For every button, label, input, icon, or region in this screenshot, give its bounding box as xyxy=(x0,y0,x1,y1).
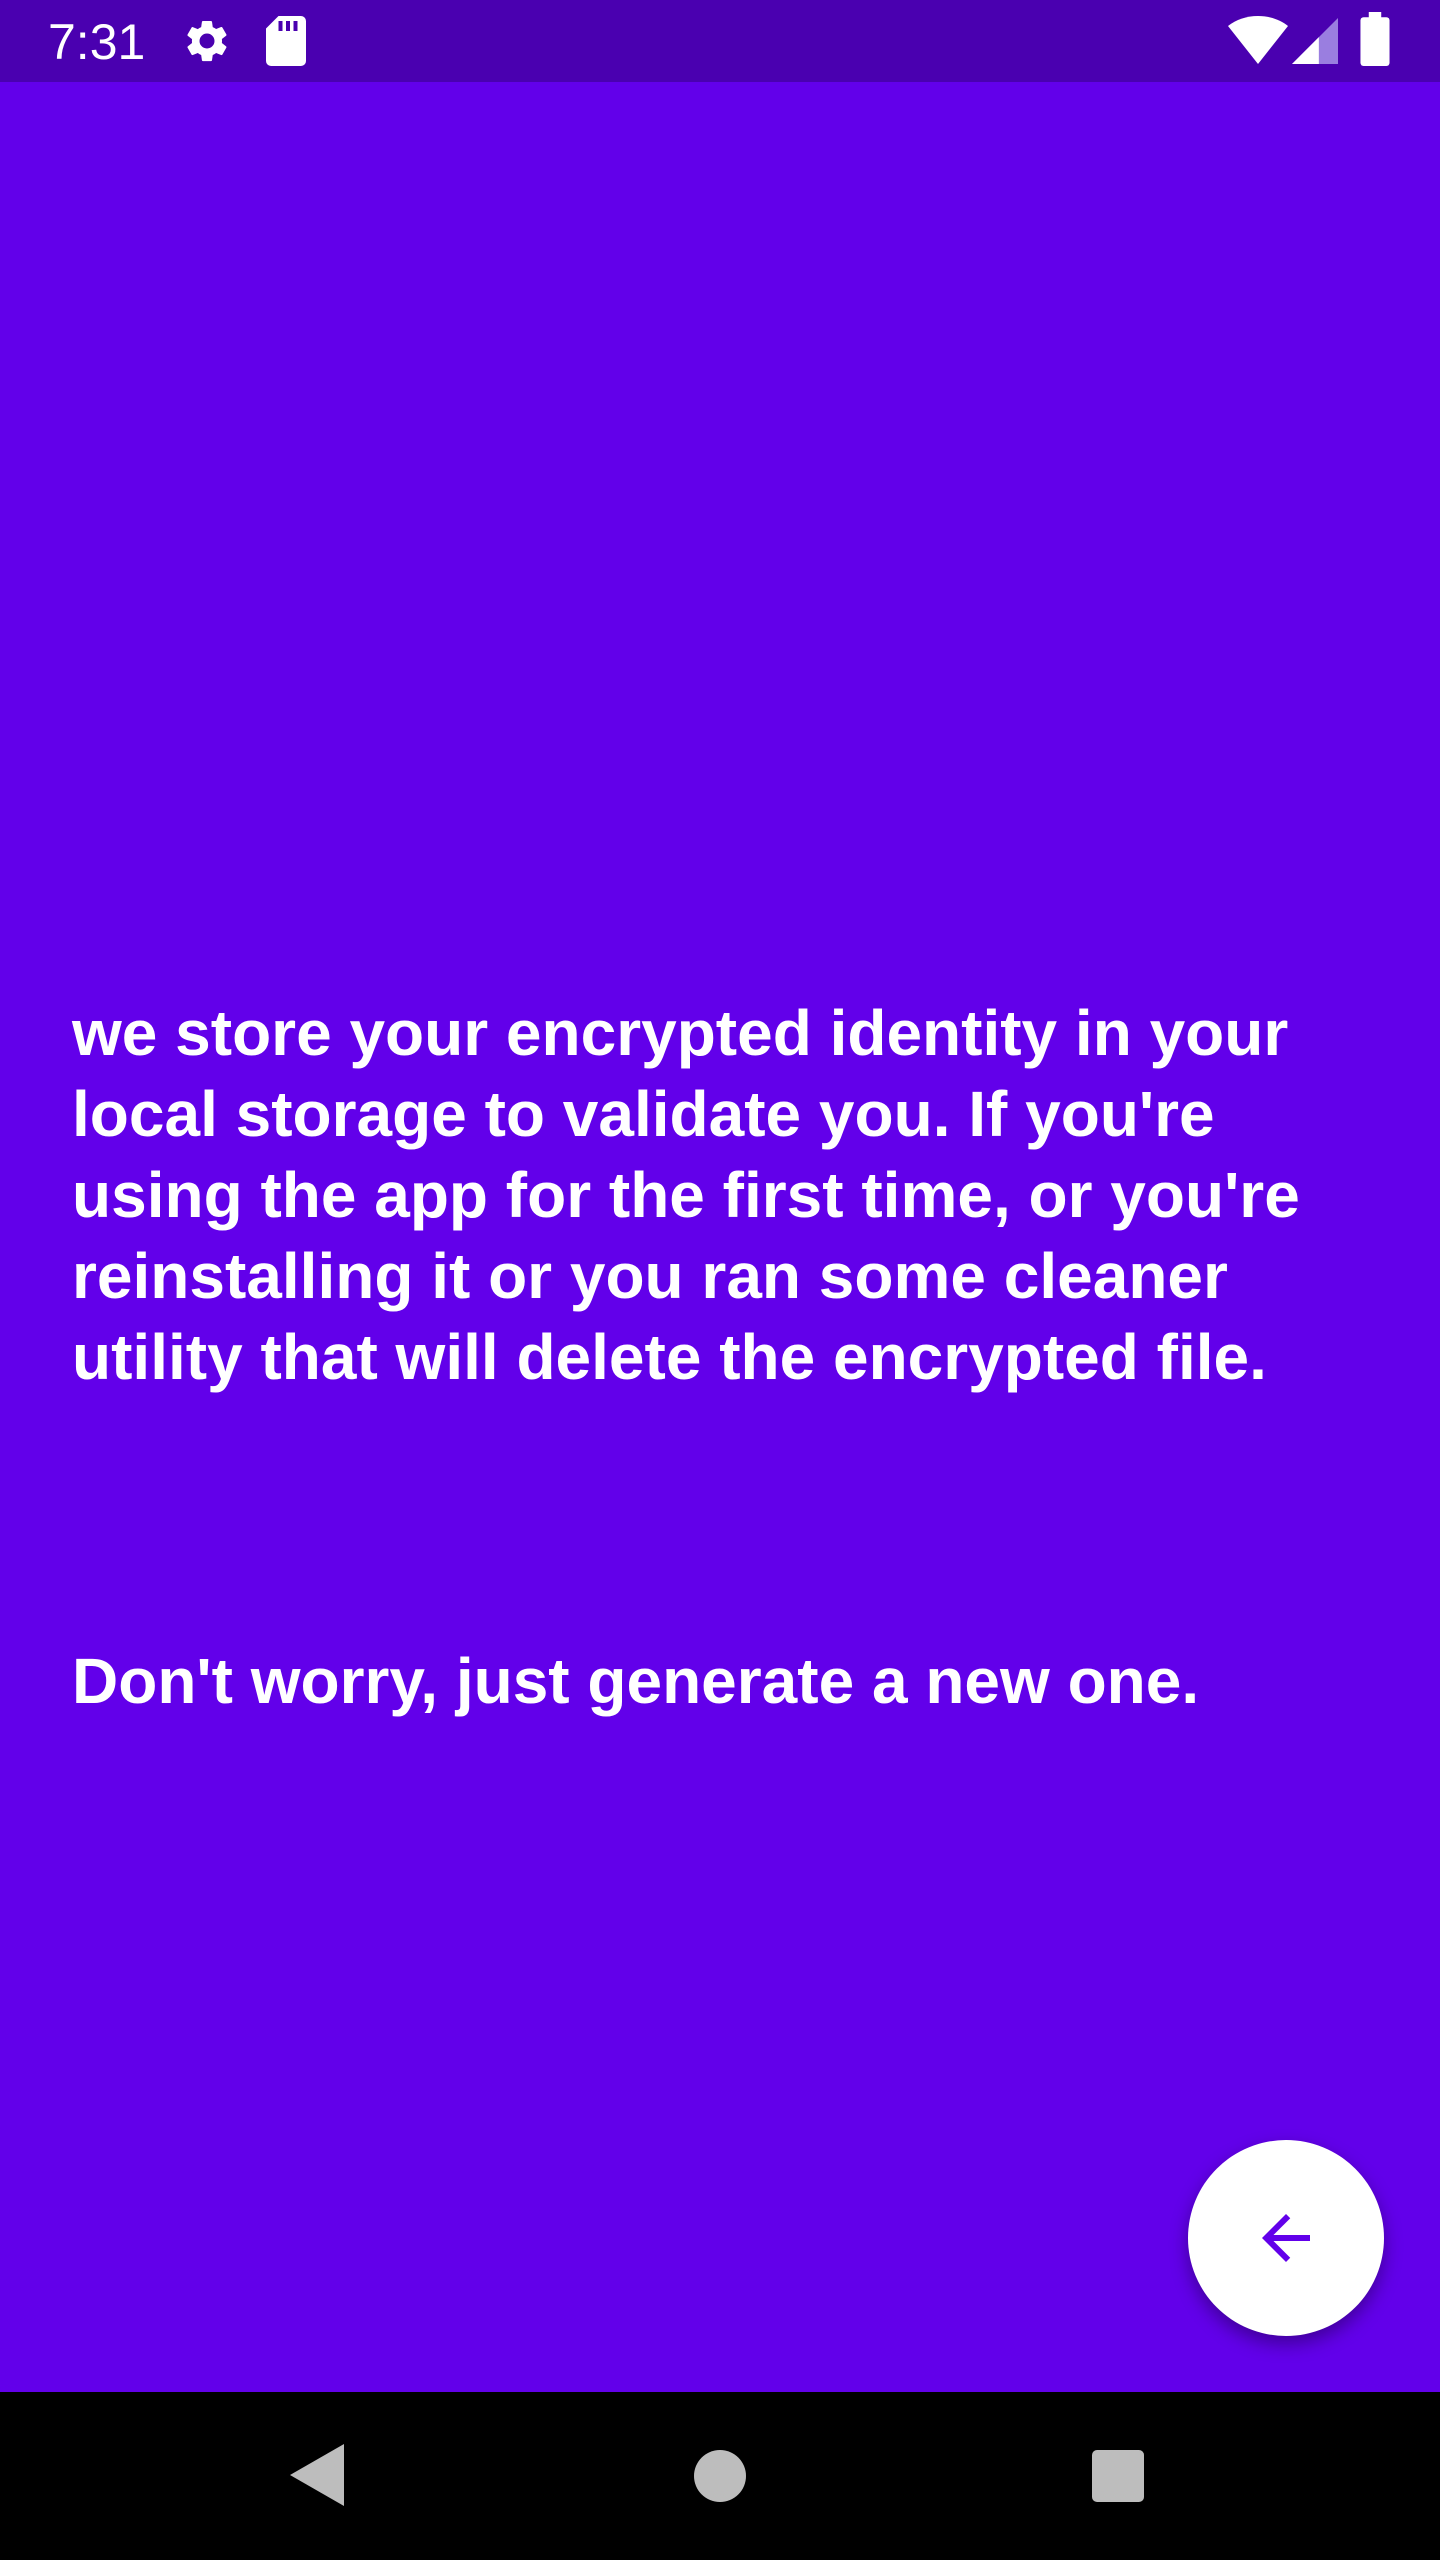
back-triangle-icon[interactable] xyxy=(290,2444,344,2506)
app-screen: 7:31 we store your encrypted identity in… xyxy=(0,0,1440,2560)
arrow-back-icon xyxy=(1262,2214,1310,2262)
reassurance-paragraph: Don't worry, just generate a new one. xyxy=(72,1645,1200,1717)
sd-card-icon xyxy=(266,16,306,66)
recents-square-icon[interactable] xyxy=(1092,2450,1144,2502)
home-circle-icon[interactable] xyxy=(694,2450,746,2502)
battery-icon xyxy=(1360,12,1390,66)
wifi-icon xyxy=(1228,16,1288,64)
info-message: we store your encrypted identity in your… xyxy=(72,912,1372,1803)
navigation-bar xyxy=(0,2392,1440,2560)
gear-icon xyxy=(187,20,227,62)
cell-signal-icon xyxy=(1292,18,1338,64)
status-bar: 7:31 xyxy=(0,0,1440,82)
info-paragraph: we store your encrypted identity in your… xyxy=(72,997,1300,1393)
status-time: 7:31 xyxy=(48,14,146,70)
back-fab-button[interactable] xyxy=(1188,2140,1384,2336)
